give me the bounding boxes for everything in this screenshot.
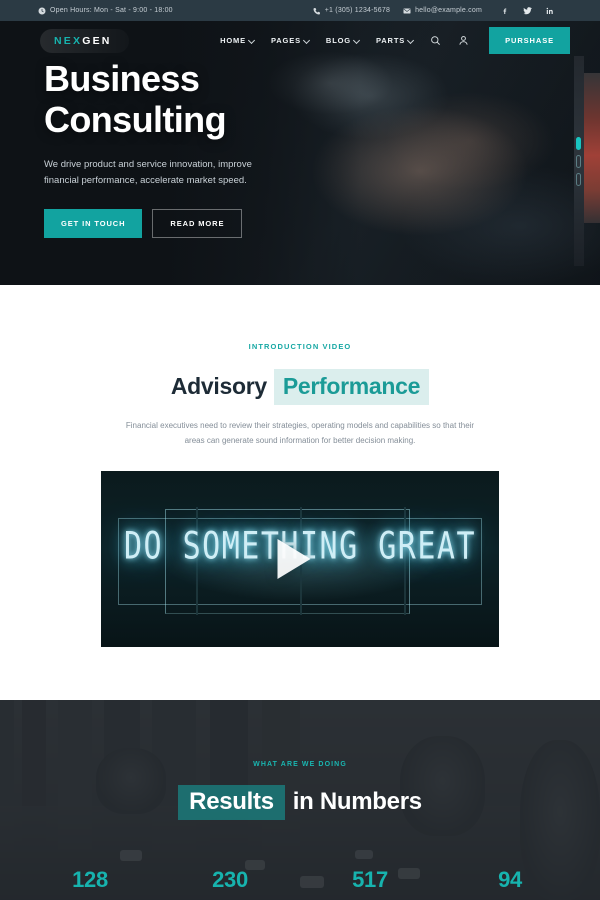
results-title-highlight: Results	[178, 784, 285, 820]
open-hours-text: Open Hours: Mon - Sat - 9:00 - 18:00	[50, 7, 173, 14]
facebook-icon[interactable]	[501, 7, 509, 15]
introduction-video-section: INTRODUCTION VIDEO Advisory Performance …	[0, 285, 600, 700]
open-hours: Open Hours: Mon - Sat - 9:00 - 18:00	[38, 7, 173, 15]
stat-value: 517	[352, 866, 388, 892]
hero-slider-pagination	[576, 137, 581, 186]
nav-item-parts-label: PARTS	[376, 36, 406, 45]
social-links	[501, 6, 554, 15]
results-in-numbers-section: WHAT ARE WE DOING Results in Numbers 128…	[0, 699, 600, 900]
stats-row: 128 Certifications 230 Employees 517 Cus…	[0, 867, 600, 900]
chevron-down-icon	[408, 38, 413, 43]
nav-item-home[interactable]: HOME	[220, 36, 254, 45]
slider-dot-2[interactable]	[576, 155, 581, 168]
top-contact-group: +1 (305) 1234-5678 hello@example.com	[313, 6, 554, 15]
phone-text: +1 (305) 1234-5678	[324, 7, 391, 14]
hero-section: Business Consulting We drive product and…	[0, 21, 600, 285]
envelope-icon	[403, 7, 411, 15]
site-logo[interactable]: NEX GEN	[40, 28, 129, 53]
section-eyebrow: INTRODUCTION VIDEO	[248, 342, 352, 351]
section-description: Financial executives need to review thei…	[125, 421, 475, 445]
nav-item-parts[interactable]: PARTS	[376, 36, 413, 45]
get-in-touch-button[interactable]: GET IN TOUCH	[44, 209, 143, 239]
slider-dot-1[interactable]	[576, 137, 581, 150]
phone-icon	[313, 7, 321, 15]
chevron-down-icon	[249, 38, 254, 43]
logo-text-secondary: GEN	[82, 34, 112, 47]
main-navbar: NEX GEN HOME PAGES BLOG PARTS PURSHASE	[0, 21, 600, 60]
search-icon[interactable]	[430, 35, 441, 46]
section-title-highlight: Performance	[273, 369, 430, 405]
stat-value: 128	[72, 866, 108, 892]
user-icon[interactable]	[458, 35, 469, 46]
slider-dot-3[interactable]	[576, 173, 581, 186]
stat-value: 230	[212, 866, 248, 892]
email-text: hello@example.com	[415, 7, 482, 14]
nav-item-blog[interactable]: BLOG	[326, 36, 359, 45]
results-title-plain: in Numbers	[292, 787, 422, 815]
hero-button-group: GET IN TOUCH READ MORE	[44, 209, 600, 239]
nav-menu: HOME PAGES BLOG PARTS PURSHASE	[220, 27, 570, 54]
phone-link[interactable]: +1 (305) 1234-5678	[313, 7, 390, 15]
hero-title: Business Consulting	[44, 58, 600, 141]
purchase-button[interactable]: PURSHASE	[489, 27, 570, 54]
logo-text-primary: NEX	[54, 34, 83, 47]
section-title-plain: Advisory	[170, 373, 267, 399]
nav-item-pages-label: PAGES	[270, 36, 301, 45]
email-link[interactable]: hello@example.com	[403, 7, 482, 15]
nav-item-pages[interactable]: PAGES	[271, 36, 309, 45]
linkedin-icon[interactable]	[546, 7, 554, 15]
chevron-down-icon	[354, 38, 359, 43]
top-info-bar: Open Hours: Mon - Sat - 9:00 - 18:00 +1 …	[0, 0, 600, 21]
landing-page: Open Hours: Mon - Sat - 9:00 - 18:00 +1 …	[0, 0, 600, 900]
stat-item-employees: 230 Employees	[160, 867, 300, 900]
clock-icon	[38, 7, 46, 15]
stat-value: 94	[498, 866, 522, 892]
chevron-down-icon	[304, 38, 309, 43]
nav-item-blog-label: BLOG	[325, 36, 351, 45]
hero-title-line2: Consulting	[44, 99, 227, 141]
section-title: Advisory Performance	[0, 369, 600, 405]
hero-title-line1: Business	[44, 58, 200, 99]
results-title: Results in Numbers	[0, 784, 600, 820]
read-more-button[interactable]: READ MORE	[152, 209, 243, 239]
stat-item-countries: 94 Countries Served	[440, 867, 580, 900]
stat-item-customers: 517 Customers	[300, 867, 440, 900]
play-icon[interactable]	[277, 538, 311, 579]
twitter-icon[interactable]	[523, 6, 532, 15]
stat-item-certifications: 128 Certifications	[20, 867, 160, 900]
nav-item-home-label: HOME	[220, 36, 246, 45]
results-eyebrow: WHAT ARE WE DOING	[253, 760, 347, 768]
video-thumbnail[interactable]: DO SOMETHING GREAT	[101, 470, 499, 647]
hero-subtitle: We drive product and service innovation,…	[44, 158, 252, 187]
results-content: WHAT ARE WE DOING Results in Numbers 128…	[0, 700, 600, 900]
